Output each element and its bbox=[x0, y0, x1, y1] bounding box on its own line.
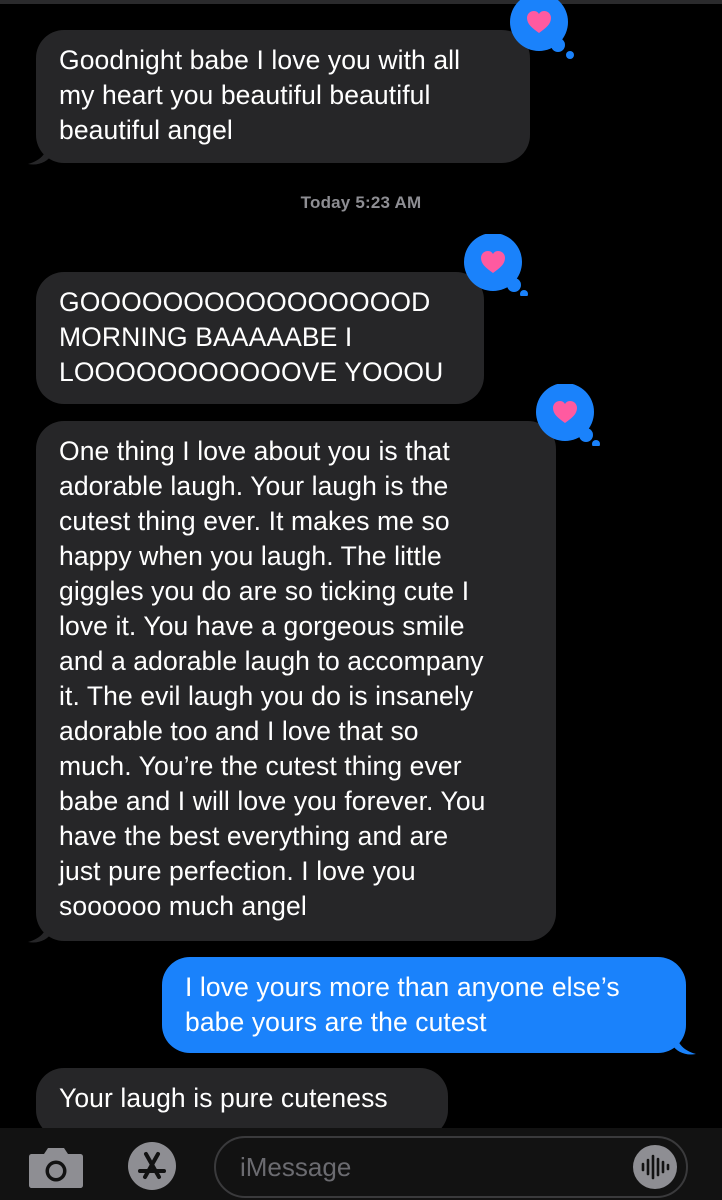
heart-tapback-icon[interactable] bbox=[508, 0, 574, 62]
heart-tapback-icon[interactable] bbox=[462, 234, 528, 296]
incoming-message-bubble[interactable]: Goodnight babe I love you with all my he… bbox=[36, 30, 530, 163]
imessage-input[interactable] bbox=[214, 1136, 688, 1198]
heart-tapback-icon[interactable] bbox=[534, 384, 600, 446]
message-thread[interactable]: Goodnight babe I love you with all my he… bbox=[0, 0, 722, 1200]
incoming-message-bubble[interactable]: GOOOOOOOOOOOOOOOOD MORNING BAAAAABE I LO… bbox=[36, 272, 484, 404]
bubble-tail bbox=[672, 1030, 696, 1055]
incoming-message-bubble[interactable]: One thing I love about you is that adora… bbox=[36, 421, 556, 941]
app-store-icon[interactable] bbox=[120, 1140, 184, 1192]
bubble-tail bbox=[28, 140, 52, 165]
audio-waveform-icon[interactable] bbox=[632, 1144, 678, 1190]
camera-icon[interactable] bbox=[26, 1140, 86, 1192]
timestamp: Today 5:23 AM bbox=[300, 193, 422, 212]
outgoing-message-bubble[interactable]: I love yours more than anyone else’s bab… bbox=[162, 957, 686, 1053]
bubble-tail bbox=[28, 918, 52, 943]
